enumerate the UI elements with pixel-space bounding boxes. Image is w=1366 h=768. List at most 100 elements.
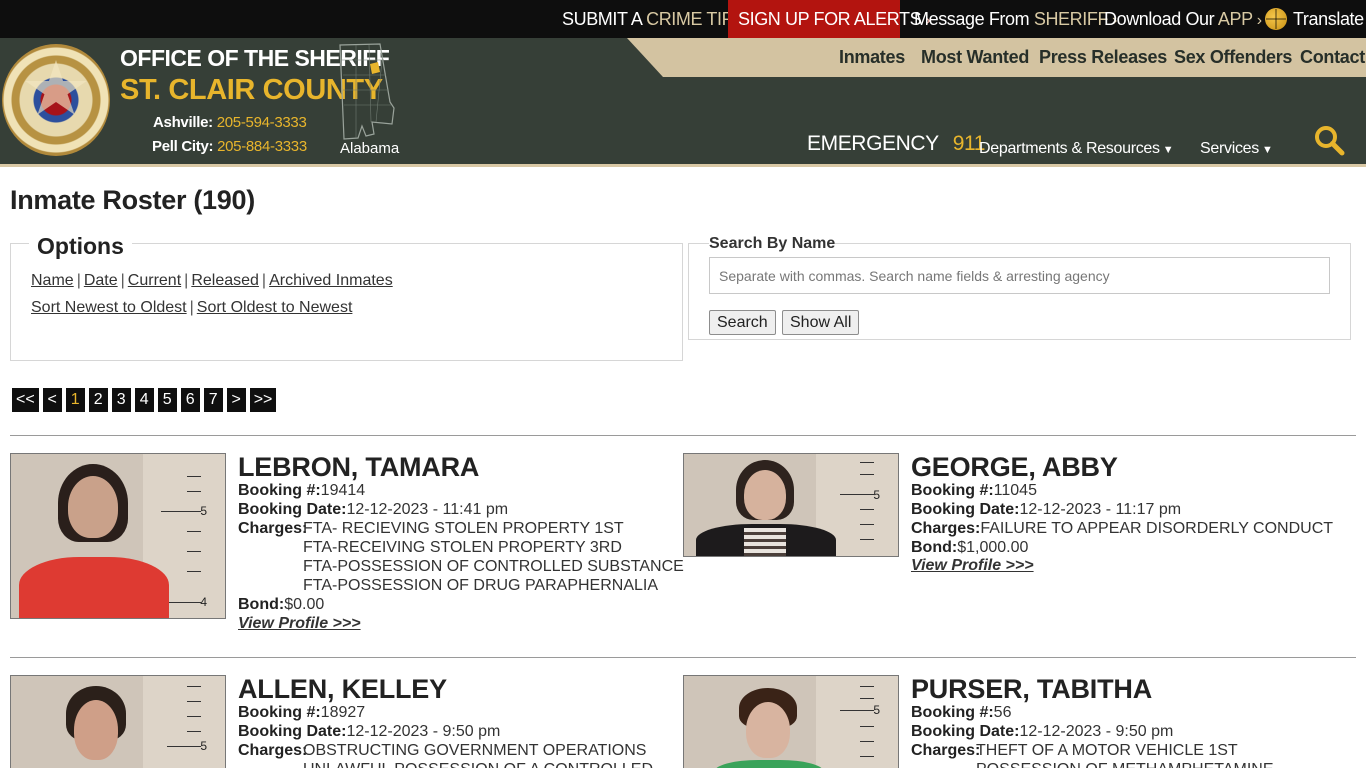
page-title: Inmate Roster (190) — [10, 185, 255, 215]
page-last-button[interactable]: >> — [249, 388, 277, 412]
height-mark: 5 — [200, 504, 207, 518]
field-label: Booking Date: — [911, 501, 1020, 518]
height-tick — [187, 571, 201, 572]
filter-current-link[interactable]: Current — [128, 272, 181, 289]
height-tick — [860, 686, 874, 687]
height-tick — [187, 491, 201, 492]
sort-oldest-link[interactable]: Sort Oldest to Newest — [197, 299, 353, 316]
height-tick — [187, 476, 201, 477]
face — [74, 700, 118, 760]
view-profile-link[interactable]: View Profile >>> — [911, 557, 1034, 575]
booking-number: Booking #:11045 — [911, 481, 1037, 500]
field-label: Booking #: — [238, 482, 321, 499]
bond-amount: Bond:$0.00 — [238, 595, 324, 614]
nav-most-wanted[interactable]: Most Wanted — [921, 47, 1029, 68]
search-icon[interactable] — [1313, 124, 1345, 156]
page-4-button[interactable]: 4 — [134, 388, 154, 412]
face — [68, 476, 118, 538]
nav-press-releases[interactable]: Press Releases — [1039, 47, 1167, 68]
filter-links: Name | Date | Current | Released | Archived Inma… — [31, 272, 393, 290]
page-2-button[interactable]: 2 — [88, 388, 108, 412]
utility-bar: SUBMIT A CRIME TIP› SIGN UP FOR ALERTS› … — [0, 0, 1366, 38]
height-mark: 5 — [873, 703, 880, 717]
inmate-photo[interactable]: 5 — [10, 675, 226, 768]
height-tick — [860, 462, 874, 463]
inmate-photo[interactable]: 5 — [683, 675, 899, 768]
field-value: $1,000.00 — [957, 539, 1029, 556]
show-all-button[interactable]: Show All — [782, 310, 860, 335]
booking-number: Booking #:18927 — [238, 703, 365, 722]
globe-icon — [1265, 8, 1287, 30]
filter-name-link[interactable]: Name — [31, 272, 74, 289]
emergency-number: EMERGENCY 911 — [807, 132, 985, 156]
alabama-map-icon — [336, 42, 398, 140]
height-tick — [860, 509, 874, 510]
inmate-name: PURSER, TABITHA — [911, 674, 1153, 704]
filter-released-link[interactable]: Released — [191, 272, 259, 289]
chevron-right-icon: › — [1256, 12, 1262, 29]
page-1-button[interactable]: 1 — [65, 388, 85, 412]
booking-number: Booking #:19414 — [238, 481, 365, 500]
search-input[interactable] — [709, 257, 1330, 294]
separator: | — [184, 272, 189, 289]
page-3-button[interactable]: 3 — [111, 388, 131, 412]
height-tick — [161, 511, 201, 512]
separator: | — [261, 272, 267, 289]
filter-date-link[interactable]: Date — [84, 272, 118, 289]
phone-number: 205-884-3333 — [217, 138, 307, 155]
nav-contact[interactable]: Contact — [1300, 47, 1365, 68]
state-label: Alabama — [340, 140, 400, 157]
page-next-button[interactable]: > — [226, 388, 246, 412]
field-value: 19414 — [320, 482, 366, 499]
height-tick — [167, 746, 201, 747]
ashville-phone[interactable]: Ashville: 205-594-3333 — [153, 114, 307, 131]
height-tick — [187, 716, 201, 717]
crime-tip-link[interactable]: SUBMIT A CRIME TIP› — [562, 0, 743, 38]
face — [746, 702, 790, 758]
height-tick — [860, 756, 874, 757]
charges-list: OBSTRUCTING GOVERNMENT OPERATIONS UNLAWF… — [303, 741, 653, 768]
message-accent: SHERIFF — [1033, 9, 1109, 29]
page-5-button[interactable]: 5 — [157, 388, 177, 412]
charges: Charges:FAILURE TO APPEAR DISORDERLY CON… — [911, 519, 1333, 538]
field-label: Booking Date: — [238, 501, 347, 518]
charges-label: Charges: — [238, 519, 307, 538]
filter-archived-link[interactable]: Archived Inmates — [269, 272, 393, 289]
height-chart — [816, 676, 898, 768]
field-value: 12-12-2023 - 11:41 pm — [346, 501, 509, 518]
charges-list: FTA- RECIEVING STOLEN PROPERTY 1ST FTA-R… — [303, 519, 684, 595]
page-7-button[interactable]: 7 — [203, 388, 223, 412]
page-first-button[interactable]: << — [12, 388, 39, 412]
page-6-button[interactable]: 6 — [180, 388, 200, 412]
departments-dropdown[interactable]: Departments & Resources ▼ — [979, 140, 1174, 158]
shirt — [714, 760, 824, 768]
separator: | — [120, 272, 125, 289]
download-app-link[interactable]: Download Our APP › — [1104, 0, 1262, 38]
charge-item: THEFT OF A MOTOR VEHICLE 1ST — [976, 742, 1238, 759]
services-dropdown[interactable]: Services ▼ — [1200, 140, 1273, 158]
chevron-down-icon: ▼ — [1261, 144, 1273, 156]
field-label: Booking Date: — [238, 723, 347, 740]
sheriff-message-link[interactable]: Message From SHERIFF › — [914, 0, 1117, 38]
sort-links: Sort Newest to Oldest | Sort Oldest to New… — [31, 299, 352, 317]
field-label: Charges: — [238, 742, 308, 759]
inmate-photo[interactable]: 5 — [683, 453, 899, 557]
view-profile-link[interactable]: View Profile >>> — [238, 615, 361, 633]
field-value: 18927 — [320, 704, 366, 721]
translate-button[interactable]: Translate — [1265, 0, 1364, 38]
alerts-signup-link[interactable]: SIGN UP FOR ALERTS › — [728, 0, 931, 38]
charge-item: UNLAWFUL POSSESSION OF A CONTROLLED — [303, 760, 653, 768]
nav-sex-offenders[interactable]: Sex Offenders — [1174, 47, 1292, 68]
search-button[interactable]: Search — [709, 310, 776, 335]
striped-shirt — [744, 528, 786, 556]
field-label: Charges: — [911, 520, 981, 537]
crime-tip-accent: CRIME TIP — [646, 9, 734, 29]
nav-inmates[interactable]: Inmates — [839, 47, 905, 68]
phone-label: Pell City: — [152, 138, 214, 155]
page-prev-button[interactable]: < — [42, 388, 62, 412]
charge-item: FTA- RECIEVING STOLEN PROPERTY 1ST — [303, 520, 624, 537]
sort-newest-link[interactable]: Sort Newest to Oldest — [31, 299, 187, 316]
search-label: Search By Name — [709, 235, 836, 253]
pell-city-phone[interactable]: Pell City: 205-884-3333 — [152, 138, 307, 155]
inmate-photo[interactable]: 5 4 — [10, 453, 226, 619]
